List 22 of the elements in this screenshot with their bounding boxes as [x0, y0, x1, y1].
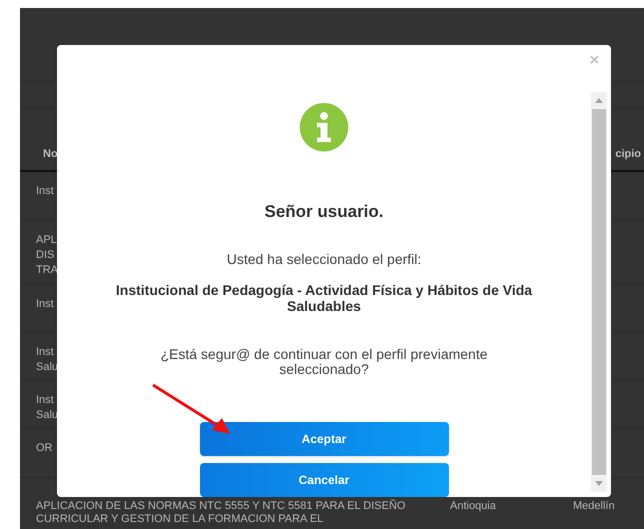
scroll-up-icon[interactable]	[595, 98, 603, 103]
column-header: No	[42, 146, 58, 162]
table-cell-text: Inst	[36, 184, 55, 199]
scrollbar-thumb[interactable]	[592, 109, 606, 475]
confirmation-question: ¿Está segur@ de continuar con el perfil previamente seleccionado?	[159, 347, 489, 377]
table-cell-text: APLICACION DE LAS NORMAS NTC 5555 Y NTC 5581 PARA EL DISEÑO CURRICULAR Y GESTION DE LA FORMACION PARA EL	[36, 500, 406, 526]
table-cell: Inst Salu	[36, 393, 58, 423]
accept-button[interactable]: Aceptar	[200, 422, 448, 456]
scroll-down-icon[interactable]	[595, 481, 603, 486]
table-cell: Inst Salu	[36, 345, 58, 375]
dialog-title: Señor usuario.	[264, 200, 384, 222]
close-button[interactable]: ×	[590, 51, 599, 71]
table-cell-text: Medellín	[573, 500, 615, 514]
profile-name: Institucional de Pedagogía - Actividad Física y Hábitos de Vida Saludables	[114, 282, 534, 314]
table-cell-text: Inst	[36, 297, 55, 312]
scrollbar[interactable]	[591, 92, 607, 492]
column-header: cipio	[615, 146, 642, 162]
table-cell: APL DIS TRA	[36, 233, 58, 278]
table-cell-text: Antioquia	[450, 500, 497, 514]
table-cell-text: OR	[36, 441, 54, 456]
dialog-message: Usted ha seleccionado el perfil:	[226, 250, 422, 269]
cancel-button[interactable]: Cancelar	[200, 463, 448, 497]
